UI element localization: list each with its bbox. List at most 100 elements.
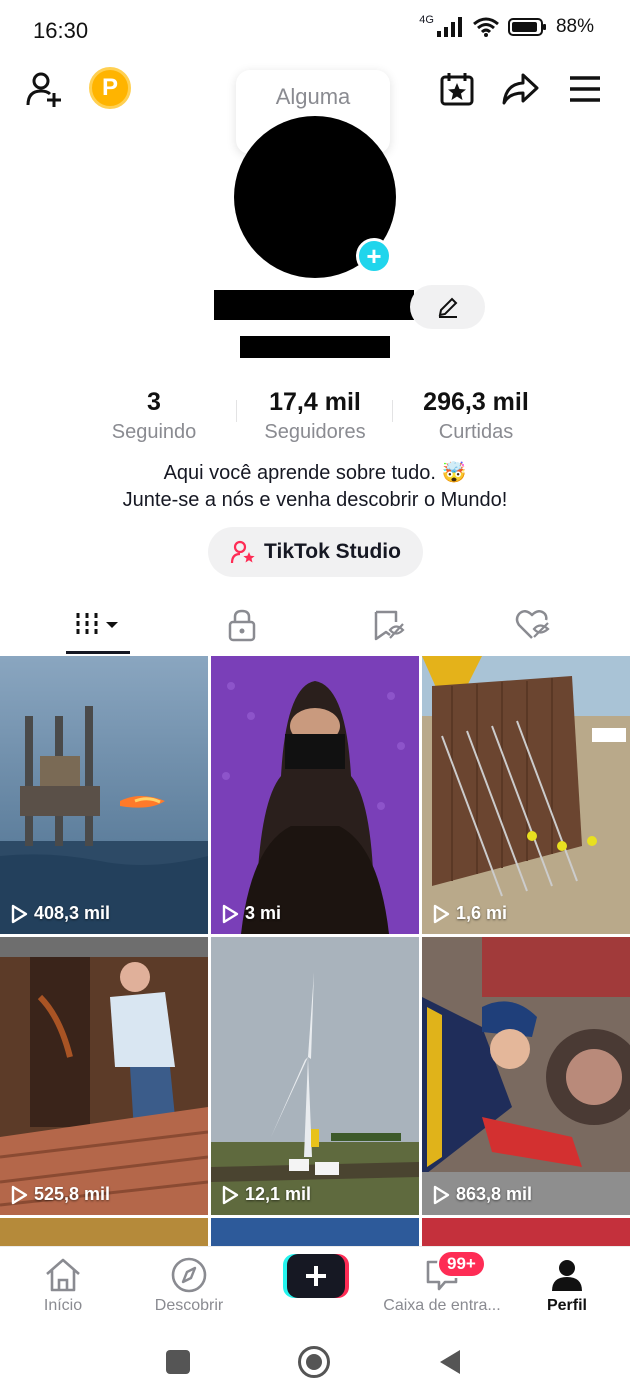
tab-private[interactable] xyxy=(200,596,284,654)
home-icon xyxy=(46,1258,80,1292)
videos-grid-icon xyxy=(76,613,118,637)
battery-percent: 88% xyxy=(555,16,594,37)
coin-icon: P xyxy=(89,67,131,109)
profile-tabs xyxy=(0,596,630,654)
nav-home[interactable]: Início xyxy=(23,1247,103,1321)
view-count-label: 525,8 mil xyxy=(34,1184,111,1204)
video-thumbnail[interactable] xyxy=(211,1218,419,1246)
create-button[interactable] xyxy=(283,1254,349,1298)
add-friend-button[interactable] xyxy=(24,68,66,110)
followers-label: Seguidores xyxy=(264,421,366,443)
calendar-star-icon xyxy=(440,73,474,106)
nav-discover[interactable]: Descobrir xyxy=(143,1247,235,1321)
followers-count: 17,4 mil xyxy=(269,388,361,416)
person-star-icon xyxy=(230,540,255,564)
play-icon xyxy=(222,904,239,923)
bio: Aqui você aprende sobre tudo. 🤯 Junte-se… xyxy=(0,460,630,514)
play-icon xyxy=(11,1185,28,1204)
view-count-label: 3 mi xyxy=(245,903,282,923)
recent-apps-icon[interactable] xyxy=(166,1350,190,1374)
liked-icon xyxy=(515,610,550,639)
view-count: 12,1 mil xyxy=(221,1184,311,1205)
system-nav-bar xyxy=(0,1320,630,1400)
play-icon xyxy=(11,904,28,923)
plus-icon xyxy=(283,1254,349,1298)
back-icon[interactable] xyxy=(438,1348,462,1376)
wind-turbine-image xyxy=(211,937,419,1215)
presenter-image xyxy=(211,656,419,934)
view-count-label: 1,6 mi xyxy=(456,903,508,923)
video-thumbnail[interactable]: 863,8 mil xyxy=(422,937,630,1215)
view-count: 525,8 mil xyxy=(10,1184,110,1205)
studio-label: TikTok Studio xyxy=(264,540,401,563)
video-thumbnail[interactable]: 1,6 mi xyxy=(422,656,630,934)
video-thumbnail[interactable]: 12,1 mil xyxy=(211,937,419,1215)
tiktok-studio-button[interactable]: TikTok Studio xyxy=(208,527,423,577)
status-time: 16:30 xyxy=(33,18,89,43)
bio-line: Aqui você aprende sobre tudo. 🤯 xyxy=(163,462,467,484)
menu-button[interactable] xyxy=(567,72,603,106)
calendar-button[interactable] xyxy=(438,70,476,108)
coins-button[interactable]: P xyxy=(89,67,131,109)
nav-discover-label: Descobrir xyxy=(154,1297,224,1314)
nav-profile[interactable]: Perfil xyxy=(532,1247,602,1321)
view-count: 1,6 mi xyxy=(432,903,507,924)
tab-saved[interactable] xyxy=(347,596,431,654)
nav-inbox-label: Caixa de entra... xyxy=(383,1297,501,1314)
tab-videos[interactable] xyxy=(56,596,140,654)
stat-following[interactable]: 3 Seguindo xyxy=(94,388,214,444)
inbox-badge: 99+ xyxy=(437,1250,486,1278)
following-count: 3 xyxy=(147,388,161,416)
following-label: Seguindo xyxy=(111,421,197,443)
video-thumbnail[interactable] xyxy=(0,1218,208,1246)
stat-followers[interactable]: 17,4 mil Seguidores xyxy=(250,388,380,444)
active-tab-indicator xyxy=(66,651,130,654)
pencil-icon xyxy=(438,297,457,318)
view-count: 408,3 mil xyxy=(10,903,110,924)
signal-icon xyxy=(436,17,462,37)
view-count: 863,8 mil xyxy=(432,1184,532,1205)
view-count-label: 12,1 mil xyxy=(245,1184,312,1204)
status-bar: 16:30 4G 88% xyxy=(0,0,630,60)
view-count: 3 mi xyxy=(221,903,281,924)
share-icon xyxy=(502,73,539,105)
oil-rig-image xyxy=(0,656,208,934)
likes-count: 296,3 mil xyxy=(423,388,529,416)
play-icon xyxy=(433,1185,450,1204)
home-system-icon[interactable] xyxy=(298,1346,330,1378)
worker-trench-image xyxy=(0,937,208,1215)
likes-label: Curtidas xyxy=(438,421,514,443)
video-thumbnail[interactable]: 408,3 mil xyxy=(0,656,208,934)
construction-wall-image xyxy=(422,656,630,934)
tab-liked[interactable] xyxy=(491,596,575,654)
battery-icon xyxy=(507,18,546,36)
video-grid: 408,3 mil 3 mi 1,6 mi 525,8 mil 12,1 mil… xyxy=(0,656,630,1246)
display-name-redacted xyxy=(214,290,414,320)
network-label: 4G xyxy=(419,14,434,26)
note-text: Alguma xyxy=(275,84,351,109)
video-thumbnail[interactable]: 525,8 mil xyxy=(0,937,208,1215)
lock-icon xyxy=(228,609,256,642)
view-count-label: 863,8 mil xyxy=(456,1184,533,1204)
wifi-icon xyxy=(473,17,499,37)
play-icon xyxy=(222,1185,239,1204)
stat-divider xyxy=(392,400,393,422)
nav-home-label: Início xyxy=(43,1297,83,1314)
video-thumbnail[interactable] xyxy=(422,1218,630,1246)
username-redacted xyxy=(240,336,390,358)
saved-icon xyxy=(374,610,405,641)
play-icon xyxy=(433,904,450,923)
menu-icon xyxy=(570,76,600,102)
share-button[interactable] xyxy=(500,70,540,108)
bio-line: Junte-se a nós e venha descobrir o Mundo… xyxy=(122,489,508,511)
nav-profile-label: Perfil xyxy=(546,1297,587,1314)
add-avatar-plus-icon[interactable]: + xyxy=(356,238,392,274)
video-thumbnail[interactable]: 3 mi xyxy=(211,656,419,934)
stat-divider xyxy=(236,400,237,422)
profile-stats: 3 Seguindo 17,4 mil Seguidores 296,3 mil… xyxy=(0,388,630,448)
compass-icon xyxy=(171,1257,207,1293)
stat-likes[interactable]: 296,3 mil Curtidas xyxy=(406,388,546,444)
edit-profile-button[interactable] xyxy=(410,285,485,329)
view-count-label: 408,3 mil xyxy=(34,903,111,923)
railway-worker-image xyxy=(422,937,630,1215)
